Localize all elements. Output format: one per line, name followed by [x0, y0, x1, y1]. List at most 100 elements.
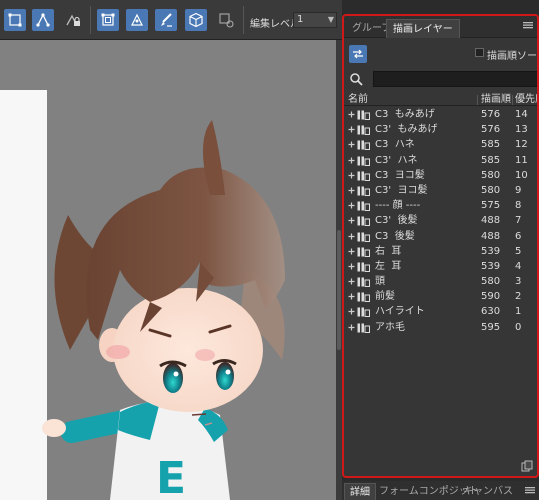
expand-icon[interactable]	[348, 172, 355, 179]
layer-row[interactable]: C3' ヨコ髪 580 9	[344, 183, 537, 198]
layer-priority: 7	[515, 215, 522, 227]
bone-control-icon[interactable]	[32, 9, 54, 31]
scrollbar-thumb[interactable]	[337, 230, 341, 350]
layer-row[interactable]: 頭 580 3	[344, 274, 537, 289]
layer-row[interactable]: 前髪 590 2	[344, 289, 537, 304]
layer-row[interactable]: ハイライト 630 1	[344, 304, 537, 319]
layer-search-input[interactable]	[373, 71, 537, 87]
layer-priority: 1	[515, 306, 522, 318]
layer-icon	[357, 323, 370, 333]
expand-icon[interactable]	[348, 157, 355, 164]
layer-name: C3 ヨコ髪	[375, 169, 425, 181]
edit-level-select[interactable]: 1 ▼	[293, 12, 337, 28]
layer-priority: 9	[515, 184, 522, 196]
layer-name: ハイライト	[375, 306, 425, 318]
expand-icon[interactable]	[348, 248, 355, 255]
layer-priority: 14	[515, 109, 528, 120]
canvas-viewport[interactable]: E	[0, 40, 336, 500]
layer-icon	[357, 216, 370, 227]
column-order-header[interactable]: 描画順	[481, 94, 511, 106]
layer-row[interactable]: 右 耳 539 5	[344, 244, 537, 259]
toolbar-divider	[243, 6, 244, 34]
expand-icon[interactable]	[348, 263, 355, 270]
layer-name: C3' もみあげ	[375, 124, 438, 136]
layer-row[interactable]: C3' もみあげ 576 13	[344, 122, 537, 137]
new-layer-icon[interactable]	[521, 460, 533, 472]
layer-name: 右 耳	[375, 245, 402, 257]
layer-icon	[357, 201, 370, 212]
tab-draw-layer[interactable]: 描画レイヤー	[386, 19, 460, 38]
layer-icon	[357, 140, 370, 151]
character-model: E	[0, 90, 285, 500]
bottom-panel-menu-icon[interactable]	[525, 485, 535, 495]
layer-row[interactable]: C3 もみあげ 576 14	[344, 107, 537, 122]
transform-icon[interactable]	[97, 9, 119, 31]
lock-bone-icon[interactable]	[62, 9, 84, 31]
panel-menu-icon[interactable]	[523, 20, 533, 30]
tab-canvas[interactable]: キャンバス	[458, 483, 518, 500]
draw-order-sort-label: 描画順ソート	[487, 51, 537, 62]
brush-edit-icon[interactable]	[155, 9, 177, 31]
layer-name: 前髪	[375, 291, 395, 303]
node-edit-icon[interactable]	[126, 9, 148, 31]
layer-priority: 3	[515, 276, 522, 288]
layer-draw-order: 576	[481, 109, 501, 120]
expand-icon[interactable]	[348, 111, 355, 118]
expand-icon[interactable]	[348, 324, 355, 331]
layer-row[interactable]: C3' 後髪 488 7	[344, 213, 537, 228]
column-priority-header[interactable]: 優先度	[515, 94, 537, 106]
expand-icon[interactable]	[348, 202, 355, 209]
column-divider[interactable]	[512, 95, 513, 105]
tab-details[interactable]: 詳細	[344, 483, 376, 500]
object-transform-icon[interactable]	[215, 9, 237, 31]
chevron-down-icon: ▼	[327, 15, 334, 24]
draw-order-sort-checkbox[interactable]	[475, 48, 484, 57]
cube-3d-icon[interactable]	[185, 9, 207, 31]
layer-priority: 0	[515, 321, 522, 333]
object-select-icon[interactable]	[4, 9, 26, 31]
layer-priority: 12	[515, 139, 528, 151]
layer-draw-order: 585	[481, 139, 501, 151]
expand-icon[interactable]	[348, 233, 355, 240]
layer-name: C3 後髪	[375, 230, 415, 242]
layer-icon	[357, 186, 370, 196]
column-name-header[interactable]: 名前	[348, 94, 368, 106]
sort-order-button[interactable]	[349, 45, 367, 63]
layer-draw-order: 595	[481, 321, 501, 333]
layer-draw-order: 580	[481, 184, 501, 196]
layer-name: C3 もみあげ	[375, 109, 435, 120]
svg-text:E: E	[156, 453, 186, 500]
layer-icon	[357, 125, 370, 136]
layer-list-header: 名前 描画順 優先度	[344, 94, 537, 106]
layer-row[interactable]: ---- 顔 ---- 575 8	[344, 198, 537, 213]
layer-row[interactable]: C3' ハネ 585 11	[344, 153, 537, 168]
layer-icon	[357, 292, 370, 303]
layer-icon	[357, 232, 370, 242]
layer-priority: 8	[515, 200, 522, 212]
layer-priority: 6	[515, 230, 522, 242]
expand-icon[interactable]	[348, 126, 355, 133]
expand-icon[interactable]	[348, 217, 355, 224]
column-divider[interactable]	[477, 95, 478, 105]
layer-row[interactable]: C3 ハネ 585 12	[344, 137, 537, 152]
layer-priority: 13	[515, 124, 528, 136]
layer-draw-order: 488	[481, 215, 501, 227]
layer-priority: 2	[515, 291, 522, 303]
layer-name: 頭	[375, 276, 385, 288]
layer-icon	[357, 262, 370, 272]
layer-row[interactable]: C3 ヨコ髪 580 10	[344, 168, 537, 183]
expand-icon[interactable]	[348, 141, 355, 148]
expand-icon[interactable]	[348, 308, 355, 315]
expand-icon[interactable]	[348, 293, 355, 300]
layer-priority: 10	[515, 169, 528, 181]
search-icon	[350, 73, 363, 86]
panel-toolbar: 描画順ソート	[344, 38, 537, 87]
layer-row[interactable]: アホ毛 595 0	[344, 320, 537, 335]
layer-row[interactable]: 左 耳 539 4	[344, 259, 537, 274]
expand-icon[interactable]	[348, 187, 355, 194]
layer-draw-order: 580	[481, 276, 501, 288]
layer-row[interactable]: C3 後髪 488 6	[344, 229, 537, 244]
layer-priority: 4	[515, 260, 522, 272]
expand-icon[interactable]	[348, 278, 355, 285]
layer-icon	[357, 156, 370, 166]
